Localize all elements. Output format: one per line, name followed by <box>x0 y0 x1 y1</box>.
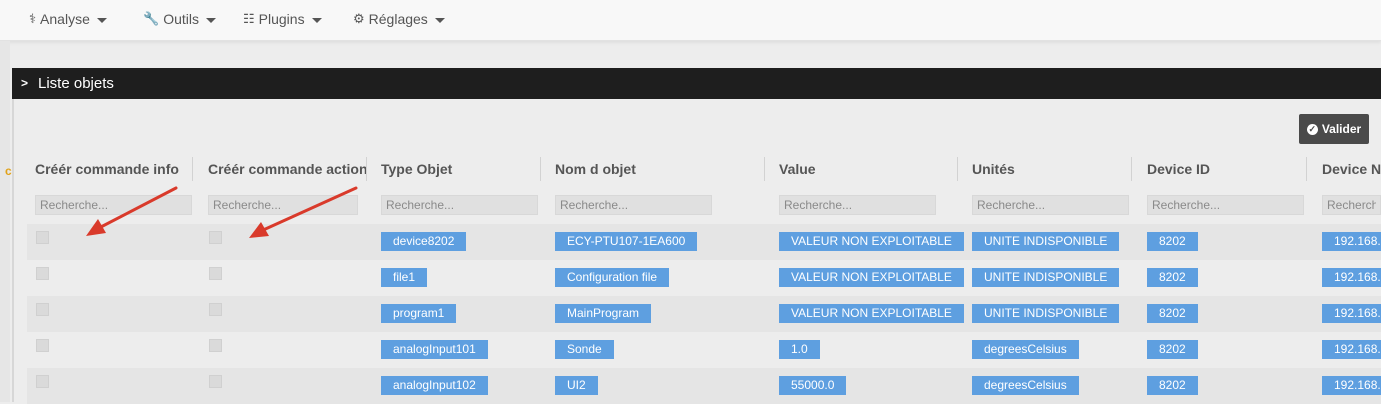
red-arrow-icon <box>86 186 178 236</box>
annotation-arrows <box>86 186 358 238</box>
red-arrow-icon <box>249 186 358 238</box>
